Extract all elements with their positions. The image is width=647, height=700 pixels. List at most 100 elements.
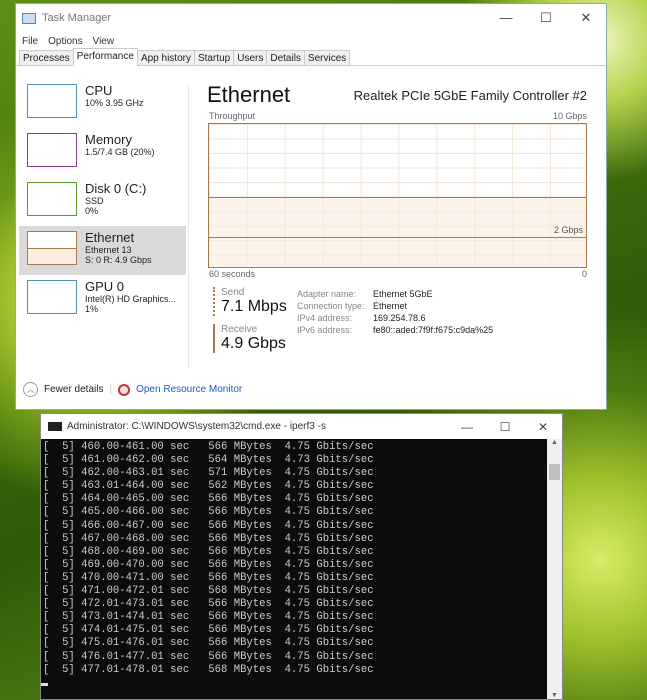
menu-view[interactable]: View [93,36,115,47]
sidebar-item-memory[interactable]: Memory 1.5/7.4 GB (20%) [19,128,186,177]
disk-thumbnail-graph [27,182,77,216]
minimize-button[interactable]: — [486,10,526,26]
sidebar-item-ethernet[interactable]: Ethernet Ethernet 13 S: 0 R: 4.9 Gbps [19,226,186,275]
time-axis-label: 60 seconds [209,269,256,279]
cpu-thumbnail-graph [27,84,77,118]
fewer-details-button[interactable]: Fewer details [44,384,103,395]
sidebar-item-label: Ethernet [85,230,135,245]
console-line: [ 5] 473.01-474.01 sec 566 MBytes 4.75 G… [43,611,374,624]
console-line: [ 5] 466.00-467.00 sec 566 MBytes 4.75 G… [43,519,374,532]
sidebar-item-detail: 10% 3.95 GHz [85,98,144,108]
maximize-button[interactable]: ☐ [526,10,566,26]
scroll-up-arrow-icon[interactable]: ▲ [547,439,562,446]
detail-title: Ethernet [207,82,291,107]
tab-startup[interactable]: Startup [193,50,235,65]
tab-app-history[interactable]: App history [136,50,195,65]
secondary-scale-label: 2 Gbps [553,225,583,235]
tab-bar: Processes Performance App history Startu… [16,48,606,66]
sidebar-item-label: CPU [85,83,113,98]
prop-value: 169.254.78.6 [373,313,426,323]
tab-processes[interactable]: Processes [19,50,74,65]
footer: ︿ Fewer details | Open Resource Monitor [23,382,242,397]
sidebar-item-cpu[interactable]: CPU 10% 3.95 GHz [19,79,186,128]
prop-value: Ethernet 5GbE [373,289,433,299]
footer-divider: | [109,384,113,395]
gpu-thumbnail-graph [27,280,77,314]
close-button[interactable]: ✕ [524,420,562,434]
console-line: [ 5] 474.01-475.01 sec 566 MBytes 4.75 G… [43,624,374,637]
sidebar-item-label: GPU 0 [85,279,125,294]
sidebar-item-label: Memory [85,132,132,147]
throughput-label: Throughput [209,111,256,121]
console-line: [ 5] 469.00-470.00 sec 566 MBytes 4.75 G… [43,558,374,571]
text-cursor [41,683,48,686]
send-scale-line [209,237,586,238]
menu-file[interactable]: File [22,36,38,47]
adapter-name: Realtek PCIe 5GbE Family Controller #2 [353,88,587,103]
divider [188,86,189,368]
sidebar-item-usage: S: 0 R: 4.9 Gbps [85,255,152,265]
ethernet-thumbnail-graph [27,231,77,265]
menu-options[interactable]: Options [48,36,82,47]
console-line: [ 5] 475.01-476.01 sec 566 MBytes 4.75 G… [43,637,374,650]
console-line: [ 5] 467.00-468.00 sec 566 MBytes 4.75 G… [43,532,374,545]
close-button[interactable]: ✕ [566,10,606,26]
console-line: [ 5] 470.00-471.00 sec 566 MBytes 4.75 G… [43,571,374,584]
minimize-button[interactable]: — [448,420,486,434]
scrollbar-thumb[interactable] [549,464,560,480]
console-line: [ 5] 477.01-478.01 sec 568 MBytes 4.75 G… [43,663,374,676]
sidebar-item-label: Disk 0 (C:) [85,181,147,196]
maximize-button[interactable]: ☐ [486,420,524,434]
tab-users[interactable]: Users [233,50,268,65]
receive-area [209,196,586,267]
cmd-window: Administrator: C:\WINDOWS\system32\cmd.e… [40,413,563,700]
cmd-title: Administrator: C:\WINDOWS\system32\cmd.e… [67,421,326,432]
tab-performance[interactable]: Performance [72,48,138,66]
throughput-graph: 2 Gbps [208,123,587,268]
console-line: [ 5] 465.00-466.00 sec 566 MBytes 4.75 G… [43,506,374,519]
sidebar-item-detail: 1.5/7.4 GB (20%) [85,147,155,157]
tab-services[interactable]: Services [303,50,351,65]
memory-thumbnail-graph [27,133,77,167]
zero-label: 0 [581,269,587,279]
adapter-properties: Adapter name: Ethernet 5GbE Connection ty… [297,288,493,336]
prop-value: fe80::aded:7f9f:f675:c9da%25 [373,325,494,335]
tab-details[interactable]: Details [266,50,305,65]
console-line: [ 5] 476.01-477.01 sec 566 MBytes 4.75 G… [43,650,374,663]
title-bar: Task Manager — ☐ ✕ [16,4,606,32]
window-title: Task Manager [42,12,112,24]
task-manager-icon [22,12,36,24]
console-line: [ 5] 463.01-464.00 sec 562 MBytes 4.75 G… [43,480,374,493]
cmd-icon [48,422,62,431]
sidebar-item-detail: Ethernet 13 [85,245,132,255]
scrollbar[interactable]: ▲ ▼ [547,439,562,699]
prop-label: Adapter name: [297,289,357,299]
max-scale-label: 10 Gbps [552,111,587,121]
open-resource-monitor-link[interactable]: Open Resource Monitor [136,384,242,395]
prop-label: IPv6 address: [297,325,353,335]
console-line: [ 5] 461.00-462.00 sec 564 MBytes 4.73 G… [43,454,374,467]
console-line: [ 5] 472.01-473.01 sec 566 MBytes 4.75 G… [43,598,374,611]
receive-value: 4.9 Gbps [221,335,286,352]
console-line: [ 5] 471.00-472.01 sec 568 MBytes 4.75 G… [43,585,374,598]
send-stat: Send 7.1 Mbps [213,287,287,316]
sidebar-item-disk[interactable]: Disk 0 (C:) SSD 0% [19,177,186,226]
sidebar-item-usage: 0% [85,206,99,216]
chevron-up-icon[interactable]: ︿ [23,382,38,397]
console-line: [ 5] 468.00-469.00 sec 566 MBytes 4.75 G… [43,545,374,558]
resource-sidebar: CPU 10% 3.95 GHz Memory 1.5/7.4 GB (20%) D… [19,79,186,324]
receive-stat: Receive 4.9 Gbps [213,324,286,353]
prop-label: Connection type: [297,301,365,311]
console-line: [ 5] 464.00-465.00 sec 566 MBytes 4.75 G… [43,493,374,506]
send-value: 7.1 Mbps [221,298,287,315]
sidebar-item-detail: Intel(R) HD Graphics... [85,294,177,304]
receive-label: Receive [221,324,258,335]
console-line: [ 5] 462.00-463.01 sec 571 MBytes 4.75 G… [43,467,374,480]
sidebar-item-usage: 1% [85,304,99,314]
sidebar-item-detail: SSD [85,196,104,206]
sidebar-item-gpu[interactable]: GPU 0 Intel(R) HD Graphics... 1% [19,275,186,324]
console-output: [ 5] 460.00-461.00 sec 566 MBytes 4.75 G… [43,441,374,677]
scroll-down-arrow-icon[interactable]: ▼ [547,692,562,699]
prop-value: Ethernet [373,301,408,311]
send-label: Send [221,287,245,298]
